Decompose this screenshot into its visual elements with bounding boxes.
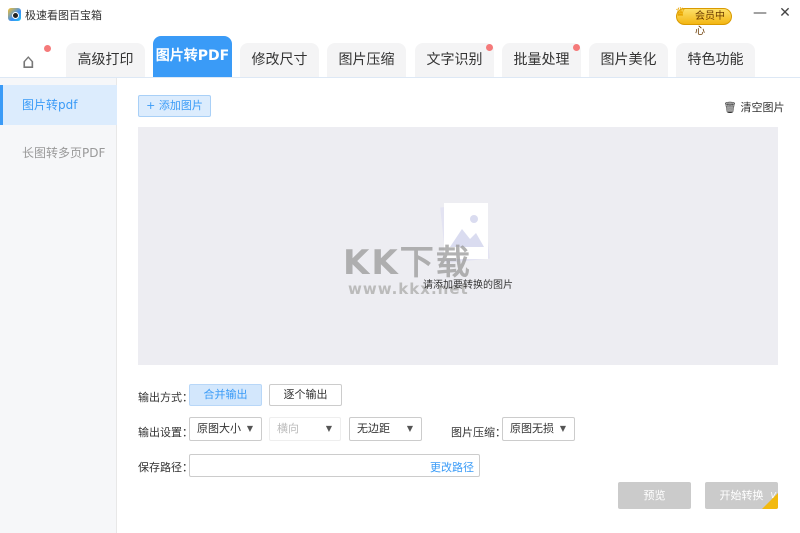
vip-badge-label: V	[770, 491, 776, 500]
tab-ocr[interactable]: 文字识别	[415, 43, 494, 77]
tab-batch[interactable]: 批量处理	[502, 43, 581, 77]
dropdown-arrow-icon: ▼	[246, 424, 253, 433]
compress-select[interactable]: 原图无损 ▼	[502, 417, 575, 441]
save-path-input[interactable]: 更改路径	[189, 454, 480, 477]
merge-output-button[interactable]: 合并输出	[189, 384, 262, 406]
tab-image-to-pdf[interactable]: 图片转PDF	[153, 36, 232, 77]
start-convert-button[interactable]: 开始转换 V	[705, 482, 778, 509]
notification-dot	[573, 44, 580, 51]
tab-special[interactable]: 特色功能	[676, 43, 755, 77]
individual-output-button[interactable]: 逐个输出	[269, 384, 342, 406]
tab-resize[interactable]: 修改尺寸	[240, 43, 319, 77]
dropdown-arrow-icon: ▼	[406, 424, 413, 433]
change-path-link[interactable]: 更改路径	[430, 459, 474, 475]
app-logo-icon	[8, 8, 21, 21]
sidebar-item-image-to-pdf[interactable]: 图片转pdf	[0, 85, 117, 125]
crown-icon: ♛	[675, 5, 686, 19]
margin-select[interactable]: 无边距 ▼	[349, 417, 422, 441]
orientation-select[interactable]: 横向 ▼	[269, 417, 341, 441]
title-bar: 极速看图百宝箱 ♛ 会员中心 — ✕	[0, 0, 800, 37]
image-drop-area[interactable]: KK下载 www.kkx.net 请添加要转换的图片	[138, 127, 778, 365]
sidebar: 图片转pdf 长图转多页PDF	[0, 78, 117, 533]
tab-beautify[interactable]: 图片美化	[589, 43, 668, 77]
sidebar-item-long-image-to-pdf[interactable]: 长图转多页PDF	[0, 133, 117, 173]
compress-label: 图片压缩：	[451, 426, 506, 439]
vip-label: 会员中心	[695, 11, 725, 37]
dropdown-arrow-icon: ▼	[559, 424, 566, 433]
page-size-select[interactable]: 原图大小 ▼	[189, 417, 262, 441]
drop-hint: 请添加要转换的图片	[423, 280, 513, 291]
clear-images-button[interactable]: 🗑 清空图片	[723, 99, 784, 115]
vip-center-button[interactable]: ♛ 会员中心	[675, 5, 732, 37]
add-image-button[interactable]: + 添加图片	[138, 95, 211, 117]
save-path-label: 保存路径：	[138, 461, 193, 474]
output-settings-label: 输出设置：	[138, 426, 193, 439]
dropdown-arrow-icon: ▼	[325, 424, 332, 433]
trash-icon: 🗑	[723, 101, 737, 114]
notification-dot	[486, 44, 493, 51]
notification-dot	[44, 45, 51, 52]
output-mode-label: 输出方式：	[138, 391, 193, 404]
tab-advanced-print[interactable]: 高级打印	[66, 43, 145, 77]
tab-divider	[0, 77, 800, 78]
preview-button[interactable]: 预览	[618, 482, 691, 509]
close-button[interactable]: ✕	[775, 5, 795, 25]
tab-compress[interactable]: 图片压缩	[327, 43, 406, 77]
minimize-button[interactable]: —	[750, 5, 770, 25]
app-title: 极速看图百宝箱	[25, 9, 102, 22]
home-button[interactable]: ⌂	[22, 45, 51, 73]
home-icon: ⌂	[22, 49, 35, 73]
